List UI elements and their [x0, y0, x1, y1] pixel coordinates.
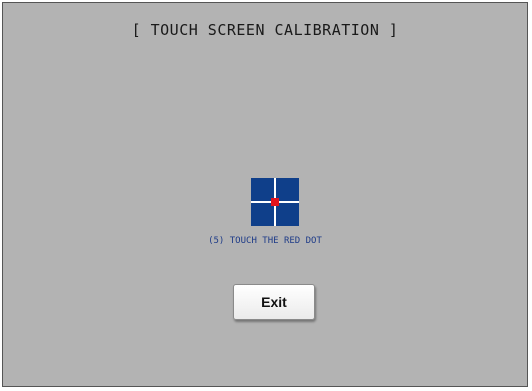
red-dot-icon[interactable]	[271, 198, 279, 206]
calibration-target[interactable]	[251, 178, 299, 226]
page-title: [ TOUCH SCREEN CALIBRATION ]	[131, 21, 399, 39]
calibration-screen[interactable]: [ TOUCH SCREEN CALIBRATION ] (5) TOUCH T…	[2, 2, 528, 387]
calibration-instruction: (5) TOUCH THE RED DOT	[208, 236, 322, 246]
exit-button[interactable]: Exit	[233, 284, 315, 320]
